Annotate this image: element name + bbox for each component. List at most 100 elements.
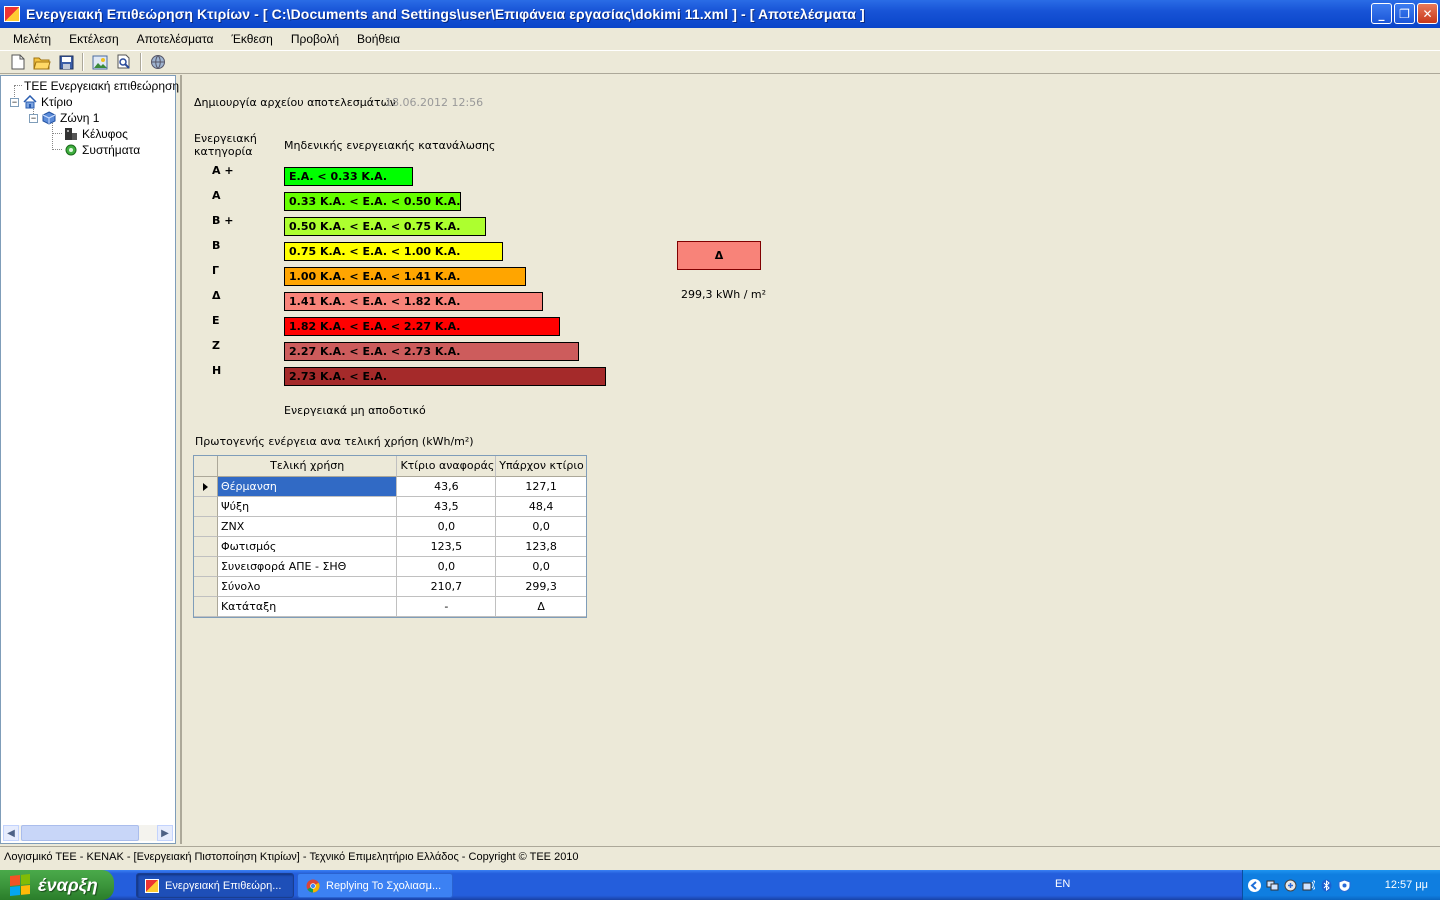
energy-class-label: E <box>212 314 220 327</box>
table-cell[interactable]: 127,1 <box>496 477 586 497</box>
tree-item-building[interactable]: − Κτίριο <box>10 94 73 110</box>
tree-item-label: Συστήματα <box>82 143 141 157</box>
start-button[interactable]: έναρξη <box>0 870 114 900</box>
wireless-icon[interactable] <box>1302 879 1316 892</box>
row-header[interactable] <box>194 497 218 517</box>
table-cell[interactable]: Θέρμανση <box>217 477 398 497</box>
table-cell[interactable]: 210,7 <box>397 577 497 597</box>
grid-corner <box>194 456 218 477</box>
energy-class-label: Γ <box>212 264 220 277</box>
security-shield-icon[interactable] <box>1338 878 1351 892</box>
scroll-thumb[interactable] <box>21 825 139 841</box>
table-cell[interactable]: - <box>397 597 497 617</box>
taskbar-item-browser[interactable]: Replying To Σχολιασμ... <box>297 873 453 898</box>
table-row[interactable]: Φωτισμός 123,5 123,8 <box>194 537 586 557</box>
scroll-right-icon[interactable]: ▶ <box>157 825 173 841</box>
table-cell[interactable]: 0,0 <box>397 557 497 577</box>
menu-results[interactable]: Αποτελέσματα <box>128 29 223 49</box>
row-header[interactable] <box>194 517 218 537</box>
window-controls: _ ❐ ✕ <box>1371 3 1438 24</box>
table-row[interactable]: Θέρμανση 43,6 127,1 <box>194 477 586 497</box>
table-cell[interactable]: Συνεισφορά ΑΠΕ - ΣΗΘ <box>217 557 398 577</box>
table-cell[interactable]: ΖΝΧ <box>217 517 398 537</box>
column-header[interactable]: Κτίριο αναφοράς <box>397 456 497 477</box>
table-cell[interactable]: Ψύξη <box>217 497 398 517</box>
table-cell[interactable]: 43,6 <box>397 477 497 497</box>
table-cell[interactable]: 0,0 <box>496 517 586 537</box>
table-row[interactable]: Κατάταξη - Δ <box>194 597 586 617</box>
tree-item-label: Κέλυφος <box>82 127 128 141</box>
tree-item-root[interactable]: TEE Ενεργειακή επιθεώρηση <box>24 78 179 94</box>
row-header[interactable] <box>194 477 218 497</box>
window-title: Ενεργειακή Επιθεώρηση Κτιρίων - [ C:\Doc… <box>26 6 865 22</box>
tree-item-label: Κτίριο <box>41 95 73 109</box>
taskbar: έναρξη Ενεργειακή Επιθεώρη... Replying T… <box>0 870 1440 900</box>
table-cell[interactable]: 43,5 <box>397 497 497 517</box>
language-indicator[interactable]: EN <box>1055 878 1070 890</box>
table-cell[interactable]: 48,4 <box>496 497 586 517</box>
table-cell[interactable]: 299,3 <box>496 577 586 597</box>
table-row[interactable]: Ψύξη 43,5 48,4 <box>194 497 586 517</box>
row-header[interactable] <box>194 597 218 617</box>
menu-help[interactable]: Βοήθεια <box>348 29 409 49</box>
file-created-label: Δημιουργία αρχείου αποτελεσμάτων <box>194 96 396 109</box>
title-bar: Ενεργειακή Επιθεώρηση Κτιρίων - [ C:\Doc… <box>0 0 1440 28</box>
energy-class-bar: E.A. < 0.33 K.A. <box>284 167 413 186</box>
update-icon[interactable] <box>1284 879 1297 892</box>
table-cell[interactable]: 123,8 <box>496 537 586 557</box>
tray-expand-icon[interactable] <box>1248 878 1261 892</box>
close-button[interactable]: ✕ <box>1417 3 1438 24</box>
scroll-track[interactable] <box>19 825 157 841</box>
row-header[interactable] <box>194 557 218 577</box>
print-preview-icon[interactable] <box>114 52 134 72</box>
tree-horizontal-scrollbar[interactable]: ◀ ▶ <box>3 825 173 841</box>
primary-energy-grid: Τελική χρήση Κτίριο αναφοράς Υπάρχον κτί… <box>193 455 587 618</box>
project-tree: TEE Ενεργειακή επιθεώρηση − Κτίριο − Ζών… <box>0 75 179 844</box>
new-file-icon[interactable] <box>8 52 28 72</box>
menu-report[interactable]: Έκθεση <box>222 29 281 49</box>
taskbar-item-label: Ενεργειακή Επιθεώρη... <box>165 879 282 892</box>
row-header[interactable] <box>194 537 218 557</box>
menu-view[interactable]: Προβολή <box>282 29 348 49</box>
scroll-left-icon[interactable]: ◀ <box>3 825 19 841</box>
taskbar-item-label: Replying To Σχολιασμ... <box>326 879 442 892</box>
column-header[interactable]: Υπάρχον κτίριο <box>496 456 586 477</box>
column-header[interactable]: Τελική χρήση <box>217 456 398 477</box>
save-icon[interactable] <box>56 52 76 72</box>
table-cell[interactable]: 123,5 <box>397 537 497 557</box>
table-cell[interactable]: 0,0 <box>496 557 586 577</box>
network-icon[interactable] <box>1266 879 1279 892</box>
taskbar-item-energy-app[interactable]: Ενεργειακή Επιθεώρη... <box>136 873 294 898</box>
zone-icon <box>42 111 56 125</box>
table-row[interactable]: Σύνολο 210,7 299,3 <box>194 577 586 597</box>
app-icon <box>145 878 159 893</box>
open-folder-icon[interactable] <box>32 52 52 72</box>
help-globe-icon[interactable] <box>148 52 168 72</box>
energy-class-bar: 2.73 K.A. < E.A. <box>284 367 606 386</box>
tree-item-systems[interactable]: Συστήματα <box>64 142 140 158</box>
systems-icon <box>64 143 78 157</box>
menu-study[interactable]: Μελέτη <box>4 29 60 49</box>
menu-run[interactable]: Εκτέλεση <box>60 29 128 49</box>
table-cell[interactable]: Κατάταξη <box>217 597 398 617</box>
toolbar-separator <box>82 53 84 71</box>
table-row[interactable]: Συνεισφορά ΑΠΕ - ΣΗΘ 0,0 0,0 <box>194 557 586 577</box>
chrome-icon <box>306 879 320 893</box>
tree-item-envelope[interactable]: Κέλυφος <box>64 126 128 142</box>
energy-class-label: A <box>212 189 221 202</box>
row-header[interactable] <box>194 577 218 597</box>
table-row[interactable]: ΖΝΧ 0,0 0,0 <box>194 517 586 537</box>
table-cell[interactable]: Φωτισμός <box>217 537 398 557</box>
table-cell[interactable]: 0,0 <box>397 517 497 537</box>
restore-button[interactable]: ❐ <box>1394 3 1415 24</box>
app-icon <box>4 6 20 22</box>
bluetooth-icon[interactable] <box>1320 879 1333 892</box>
table-cell[interactable]: Σύνολο <box>217 577 398 597</box>
image-icon[interactable] <box>90 52 110 72</box>
tree-item-zone[interactable]: − Ζώνη 1 <box>29 110 99 126</box>
system-clock[interactable]: 12:57 μμ <box>1385 879 1428 891</box>
collapse-toggle[interactable]: − <box>29 113 38 123</box>
minimize-button[interactable]: _ <box>1371 3 1392 24</box>
collapse-toggle[interactable]: − <box>10 97 19 107</box>
table-cell[interactable]: Δ <box>496 597 586 617</box>
